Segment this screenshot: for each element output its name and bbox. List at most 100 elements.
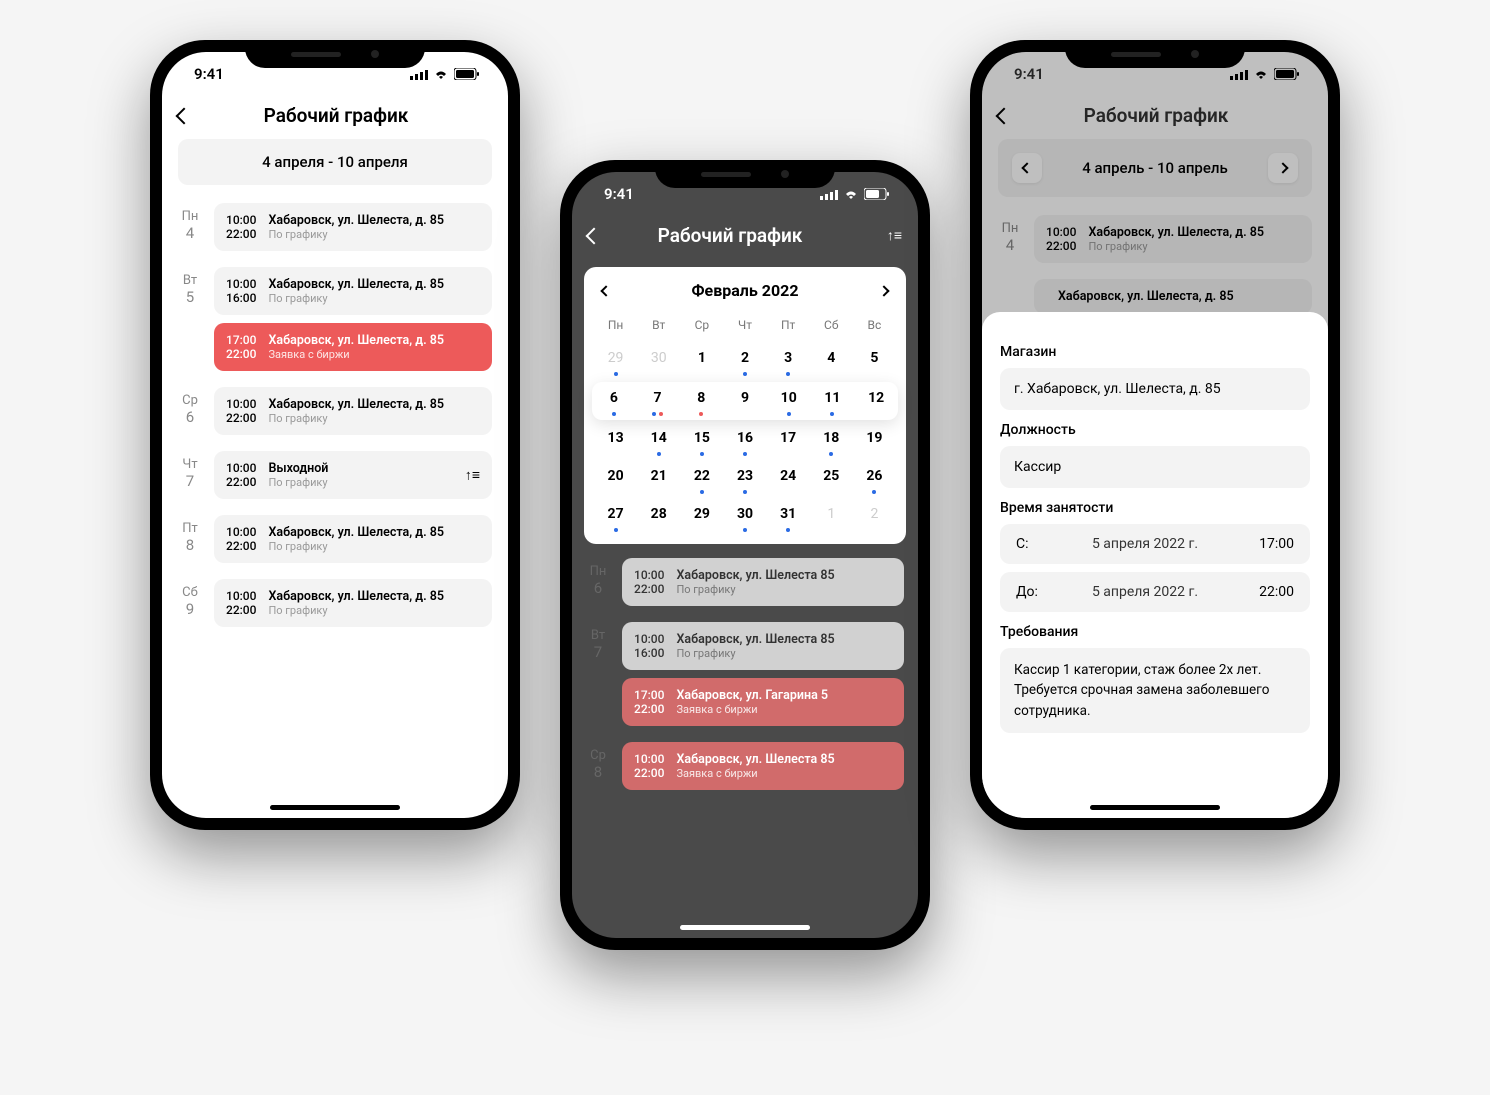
- day-label: Пн 6: [586, 558, 610, 606]
- status-icons: [410, 68, 480, 80]
- calendar-dow: Вт: [637, 312, 680, 342]
- calendar-day[interactable]: 21: [637, 460, 680, 498]
- calendar-day[interactable]: 1: [810, 498, 853, 536]
- shift-info: Хабаровск, ул. Шелеста 85 Заявка с биржи: [676, 752, 834, 780]
- shift-card[interactable]: 17:0022:00 Хабаровск, ул. Шелеста, д. 85…: [214, 323, 492, 371]
- shift-card[interactable]: 10:0022:00 Хабаровск, ул. Шелеста, д. 85…: [214, 579, 492, 627]
- date-range-pill[interactable]: 4 апреля - 10 апреля: [178, 139, 492, 185]
- day-block: Пн 6 10:0022:00 Хабаровск, ул. Шелеста 8…: [586, 558, 904, 606]
- calendar-day[interactable]: 11: [811, 382, 855, 420]
- calendar-day[interactable]: 29: [594, 342, 637, 380]
- shift-card[interactable]: 10:0022:00 Хабаровск, ул. Шелеста, д. 85…: [214, 387, 492, 435]
- calendar-day[interactable]: 27: [594, 498, 637, 536]
- calendar-week: 6789101112: [592, 382, 898, 420]
- calendar-day[interactable]: 31: [767, 498, 810, 536]
- date-range-text: 4 апреля - 10 апреля: [262, 153, 408, 171]
- store-label: Магазин: [1000, 344, 1310, 360]
- calendar-day[interactable]: 6: [592, 382, 636, 420]
- phone-detail-sheet: 9:41 Рабочий график 4 апрель - 10 апрель: [970, 40, 1340, 830]
- back-button[interactable]: [588, 230, 600, 242]
- calendar-day[interactable]: 25: [810, 460, 853, 498]
- home-indicator[interactable]: [270, 805, 400, 810]
- status-time: 9:41: [194, 65, 224, 83]
- from-label: С:: [1016, 536, 1056, 552]
- shift-subtitle: По графику: [676, 583, 834, 596]
- calendar-day[interactable]: 18: [810, 422, 853, 460]
- calendar-day[interactable]: 22: [680, 460, 723, 498]
- day-label: Ср 8: [586, 742, 610, 790]
- shift-address: Хабаровск, ул. Шелеста, д. 85: [268, 525, 444, 540]
- calendar-dow: Пт: [767, 312, 810, 342]
- shift-info: Хабаровск, ул. Шелеста 85 По графику: [676, 568, 834, 596]
- shift-card[interactable]: 10:0022:00 Выходной По графику ↑≡: [214, 451, 492, 499]
- signal-icon: [820, 189, 838, 200]
- calendar-day[interactable]: 17: [767, 422, 810, 460]
- header: Рабочий график: [162, 96, 508, 139]
- shift-times: 17:0022:00: [226, 333, 256, 361]
- shift-times: 10:0022:00: [226, 213, 256, 241]
- calendar-day[interactable]: 30: [723, 498, 766, 536]
- calendar-day[interactable]: 2: [723, 342, 766, 380]
- sort-icon[interactable]: ↑≡: [465, 467, 480, 484]
- shift-times: 10:0022:00: [226, 461, 256, 489]
- shift-card[interactable]: 10:0016:00 Хабаровск, ул. Шелеста, д. 85…: [214, 267, 492, 315]
- chevron-left-icon: [600, 285, 611, 296]
- home-indicator[interactable]: [680, 925, 810, 930]
- calendar-day[interactable]: 20: [594, 460, 637, 498]
- calendar-day[interactable]: 10: [767, 382, 811, 420]
- role-value: Кассир: [1000, 446, 1310, 488]
- home-indicator[interactable]: [1090, 805, 1220, 810]
- calendar-day[interactable]: 9: [723, 382, 767, 420]
- shift-info: Хабаровск, ул. Гагарина 5 Заявка с биржи: [676, 688, 828, 716]
- shift-card[interactable]: 10:0022:00 Хабаровск, ул. Шелеста, д. 85…: [214, 203, 492, 251]
- shift-address: Хабаровск, ул. Шелеста, д. 85: [268, 589, 444, 604]
- shift-subtitle: По графику: [268, 292, 444, 305]
- status-icons: [820, 188, 890, 200]
- calendar-day[interactable]: 13: [594, 422, 637, 460]
- time-to-row: До: 5 апреля 2022 г. 22:00: [1000, 572, 1310, 612]
- calendar-day[interactable]: 19: [853, 422, 896, 460]
- battery-icon: [454, 68, 480, 80]
- day-label: Пн 4: [178, 203, 202, 251]
- shift-subtitle: По графику: [268, 540, 444, 553]
- shift-card[interactable]: 10:0022:00 Хабаровск, ул. Шелеста 85 Зая…: [622, 742, 904, 790]
- calendar-day[interactable]: 30: [637, 342, 680, 380]
- shift-times: 10:0016:00: [634, 632, 664, 660]
- calendar-day[interactable]: 4: [810, 342, 853, 380]
- calendar-dow: Чт: [723, 312, 766, 342]
- calendar-day[interactable]: 2: [853, 498, 896, 536]
- sort-button[interactable]: ↑≡: [880, 227, 902, 244]
- calendar-day[interactable]: 16: [723, 422, 766, 460]
- shift-info: Хабаровск, ул. Шелеста, д. 85 По графику: [268, 397, 444, 425]
- calendar-day[interactable]: 29: [680, 498, 723, 536]
- calendar-dow: Пн: [594, 312, 637, 342]
- shift-card[interactable]: 10:0022:00 Хабаровск, ул. Шелеста 85 По …: [622, 558, 904, 606]
- calendar-day[interactable]: 23: [723, 460, 766, 498]
- calendar-dow: Вс: [853, 312, 896, 342]
- calendar-day[interactable]: 3: [767, 342, 810, 380]
- calendar-day[interactable]: 7: [636, 382, 680, 420]
- shift-card[interactable]: 10:0016:00 Хабаровск, ул. Шелеста 85 По …: [622, 622, 904, 670]
- shift-info: Хабаровск, ул. Шелеста, д. 85 Заявка с б…: [268, 333, 444, 361]
- calendar-day[interactable]: 5: [853, 342, 896, 380]
- calendar-day[interactable]: 24: [767, 460, 810, 498]
- prev-month-button[interactable]: [602, 287, 610, 295]
- calendar-day[interactable]: 28: [637, 498, 680, 536]
- calendar-day[interactable]: 26: [853, 460, 896, 498]
- back-button[interactable]: [178, 110, 190, 122]
- shift-address: Хабаровск, ул. Шелеста, д. 85: [268, 213, 444, 228]
- calendar-day[interactable]: 15: [680, 422, 723, 460]
- calendar-day[interactable]: 8: [679, 382, 723, 420]
- header: Рабочий график ↑≡: [572, 216, 918, 259]
- calendar-day[interactable]: 12: [854, 382, 898, 420]
- day-block: Чт 7 10:0022:00 Выходной По графику ↑≡: [178, 451, 492, 499]
- calendar-day[interactable]: 14: [637, 422, 680, 460]
- to-label: До:: [1016, 584, 1056, 600]
- calendar-day[interactable]: 1: [680, 342, 723, 380]
- shift-card[interactable]: 10:0022:00 Хабаровск, ул. Шелеста, д. 85…: [214, 515, 492, 563]
- shift-card[interactable]: 17:0022:00 Хабаровск, ул. Гагарина 5 Зая…: [622, 678, 904, 726]
- shift-address: Хабаровск, ул. Шелеста, д. 85: [268, 277, 444, 292]
- shift-times: 10:0022:00: [634, 568, 664, 596]
- next-month-button[interactable]: [880, 287, 888, 295]
- day-label: Ср 6: [178, 387, 202, 435]
